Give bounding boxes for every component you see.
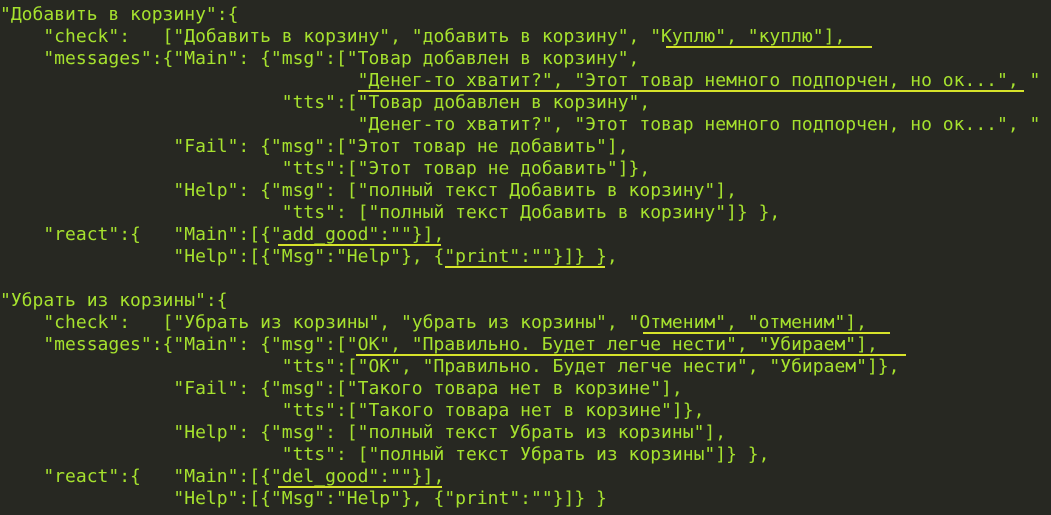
code-editor[interactable]: "Добавить в корзину":{ "check": ["Добави… (0, 0, 1051, 515)
code-line: "Fail": {"msg":["Такого товара нет в кор… (0, 378, 683, 399)
highlight-underline (356, 354, 906, 356)
highlight-underline (358, 90, 1024, 92)
highlight-underline (278, 244, 441, 246)
code-line: , (0, 510, 54, 515)
code-line: "Денег-то хватит?", "Этот товар немного … (0, 114, 1041, 135)
highlight-underline (445, 266, 605, 268)
code-line: "tts":["Этот товар не добавить"]}, (0, 158, 651, 179)
code-line: "tts":["Такого товара нет в корзине"]}, (0, 400, 705, 421)
code-line: "tts": ["полный текст Убрать из корзины"… (0, 444, 770, 465)
code-line: "Денег-то хватит?", "Этот товар немного … (0, 70, 1041, 91)
code-line: "Fail": {"msg":["Этот товар не добавить"… (0, 136, 629, 157)
code-line: "tts":["Товар добавлен в корзину", (0, 92, 651, 113)
code-line: "Help": {"msg": ["полный текст Убрать из… (0, 422, 727, 443)
code-line: "messages":{"Main": {"msg":["Товар добав… (0, 48, 640, 69)
code-line: "Help":[{"Msg":"Help"}, {"print":""}]} }… (0, 246, 618, 267)
code-line: "tts": ["полный текст Добавить в корзину… (0, 202, 781, 223)
code-line: "check": ["Добавить в корзину", "добавит… (0, 26, 846, 47)
code-line: "react":{ "Main":[{"add_good":""}], (0, 224, 445, 245)
code-line: "Help":[{"Msg":"Help"}, {"print":""}]} } (0, 488, 607, 509)
code-line: "Help": {"msg": ["полный текст Добавить … (0, 180, 737, 201)
highlight-underline (643, 332, 890, 334)
code-line: "check": ["Убрать из корзины", "убрать и… (0, 312, 867, 333)
code-line: "Добавить в корзину":{ (0, 4, 239, 25)
highlight-underline (666, 46, 872, 48)
code-line: "messages":{"Main": {"msg":["OK", "Прави… (0, 334, 878, 355)
highlight-underline (278, 486, 442, 488)
code-line: "Убрать из корзины":{ (0, 290, 228, 311)
code-line: "react":{ "Main":[{"del_good":""}], (0, 466, 445, 487)
code-line: "tts":["OK", "Правильно. Будет легче нес… (0, 356, 900, 377)
